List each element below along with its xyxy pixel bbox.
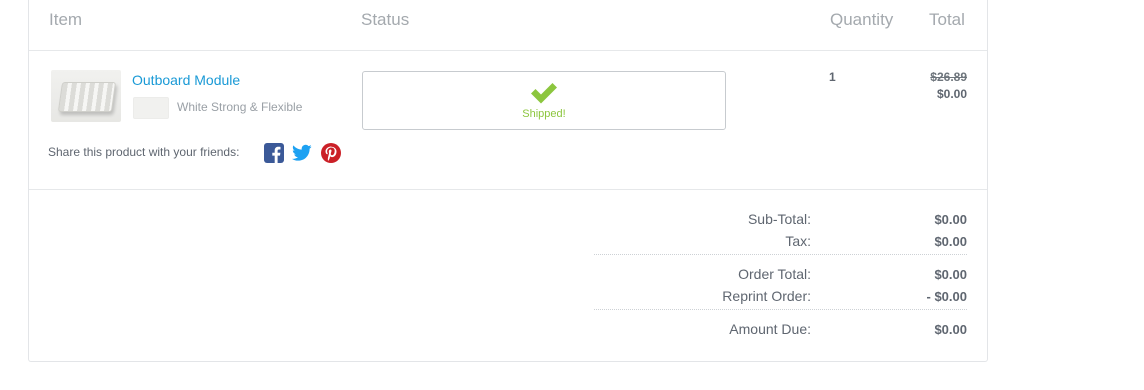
order-total-value: $0.00 [934,267,967,282]
material-swatch [133,97,169,119]
header-total: Total [929,10,965,29]
tax-value: $0.00 [934,234,967,249]
product-model-image [57,82,117,112]
tax-label: Tax: [785,233,811,249]
share-label: Share this product with your friends: [48,145,240,159]
twitter-icon[interactable] [292,143,312,163]
subtotal-label: Sub-Total: [747,211,811,227]
facebook-icon[interactable] [264,143,284,163]
pinterest-icon[interactable] [321,143,341,163]
header-status: Status [361,10,410,29]
item-total: $0.00 [936,87,967,101]
summary-divider [594,309,967,310]
order-card: Item Status Quantity Total Outboard Modu… [28,0,988,362]
status-shipped: Shipped! [522,108,566,120]
section-divider [29,189,987,190]
summary-divider [594,254,967,255]
original-price: $26.89 [930,70,967,84]
header-item: Item [49,10,83,29]
status-box: Shipped! [362,71,726,130]
product-material: White Strong & Flexible [177,100,303,114]
header-quantity: Quantity [830,10,894,29]
product-thumbnail[interactable] [51,70,121,122]
subtotal-value: $0.00 [934,212,967,227]
table-header: Item Status Quantity Total [29,0,987,51]
product-name-link[interactable]: Outboard Module [132,72,240,88]
reprint-order-value: - $0.00 [926,289,967,304]
quantity-value: 1 [829,70,836,84]
checkmark-icon [531,83,557,104]
amount-due-label: Amount Due: [729,321,811,337]
amount-due-value: $0.00 [934,322,967,337]
order-total-label: Order Total: [738,266,811,282]
reprint-order-label: Reprint Order: [722,288,811,304]
